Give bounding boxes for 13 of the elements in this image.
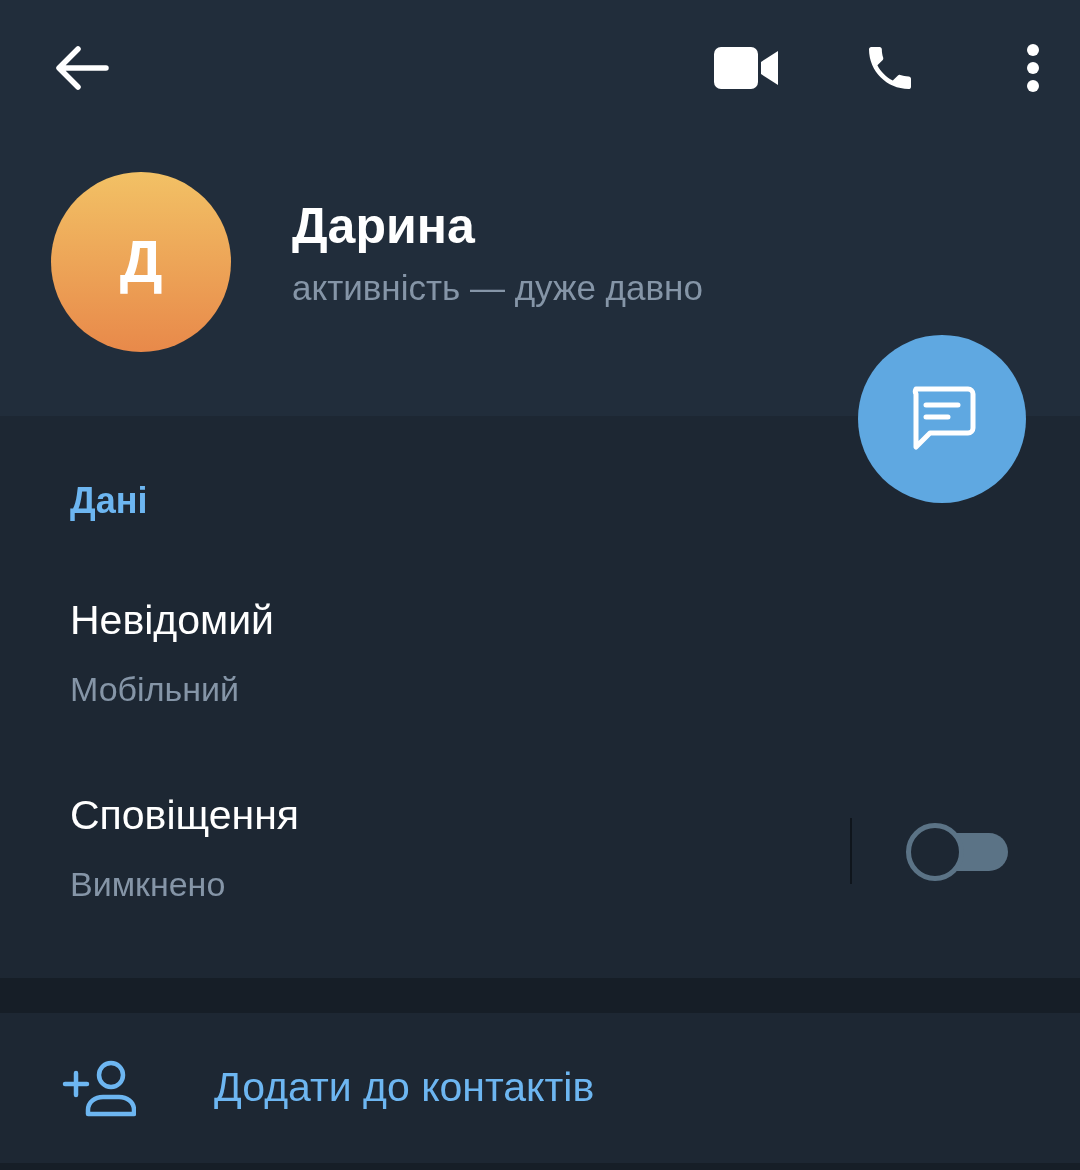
setting-title: Сповіщення: [70, 791, 301, 841]
setting-status: Вимкнено: [70, 863, 227, 905]
contact-name: Дарина: [292, 199, 476, 255]
more-icon: [1026, 43, 1040, 93]
add-person-icon: [62, 1059, 136, 1117]
more-menu-button[interactable]: [1026, 43, 1040, 93]
info-label: Мобільний: [70, 668, 240, 710]
video-call-button[interactable]: [714, 47, 778, 89]
add-contact-button[interactable]: Додати до контактів: [0, 1013, 1080, 1163]
info-value: Невідомий: [70, 596, 276, 646]
last-seen-status: активність — дуже давно: [292, 267, 703, 310]
section-title: Дані: [70, 479, 149, 523]
video-camera-icon: [714, 47, 778, 89]
